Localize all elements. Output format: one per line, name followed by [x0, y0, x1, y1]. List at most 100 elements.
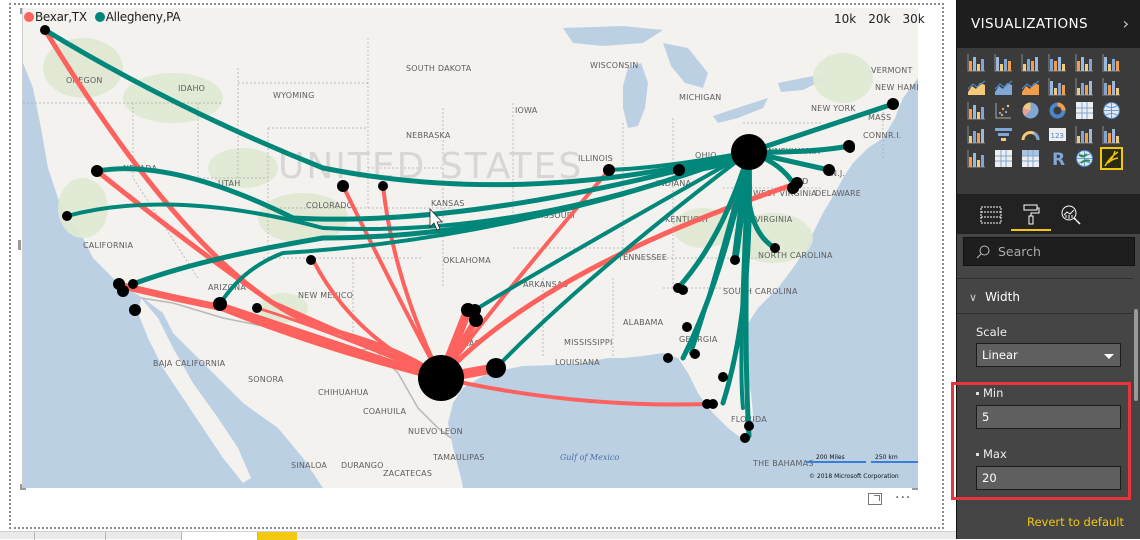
map-legend: Bexar,TX Allegheny,PA [24, 10, 188, 24]
flow-node[interactable] [603, 164, 615, 176]
search-input[interactable] [998, 244, 1128, 259]
stacked-area-chart-icon[interactable] [1021, 77, 1040, 96]
flow-node[interactable] [787, 182, 799, 194]
state-label: WISCONSIN [590, 61, 638, 70]
min-input[interactable]: 5 [976, 405, 1121, 429]
more-options-icon[interactable]: ··· [895, 490, 911, 506]
100-stacked-bar-chart-icon[interactable] [1075, 53, 1094, 72]
legend-item-bexar[interactable]: Bexar,TX [24, 10, 87, 24]
state-label: COLORADO [306, 201, 353, 210]
stacked-bar-chart-icon[interactable] [967, 53, 986, 72]
stacked-column-chart-icon[interactable] [994, 53, 1013, 72]
line-and-clustered-column-icon[interactable] [1075, 77, 1094, 96]
max-input[interactable]: 20 [976, 466, 1121, 490]
flow-node[interactable] [129, 304, 141, 316]
flow-node[interactable] [823, 164, 835, 176]
scale-30k-button[interactable]: 30k [900, 10, 927, 28]
flow-node[interactable] [213, 297, 227, 311]
state-label: SOUTH DAKOTA [406, 64, 472, 73]
flow-node[interactable] [708, 399, 718, 409]
resize-handle-left[interactable] [18, 240, 21, 250]
flow-node[interactable] [740, 433, 750, 443]
state-label: DURANGO [341, 461, 384, 470]
flow-node[interactable] [744, 421, 754, 431]
flow-node[interactable] [663, 353, 673, 363]
revert-to-default-link[interactable]: Revert to default [1027, 515, 1124, 529]
waterfall-chart-icon[interactable] [967, 101, 986, 120]
flow-node[interactable] [337, 180, 349, 192]
flow-node[interactable] [117, 285, 129, 297]
flow-node[interactable] [730, 255, 740, 265]
state-label: ZACATECAS [383, 469, 432, 478]
flow-node[interactable] [845, 143, 855, 153]
r-visual-icon[interactable]: R [1048, 149, 1067, 168]
flow-map-icon[interactable] [1100, 147, 1123, 170]
min-label-row: Min [976, 386, 1003, 400]
flow-node[interactable] [91, 165, 103, 177]
divider [957, 313, 1133, 314]
flow-node[interactable] [718, 372, 728, 382]
flow-node[interactable] [673, 164, 685, 176]
tab-fields[interactable] [971, 200, 1011, 230]
state-label: CALIFORNIA [83, 241, 133, 250]
table-icon[interactable] [994, 149, 1013, 168]
divider [957, 278, 1133, 279]
card-icon[interactable]: 123 [1048, 125, 1067, 144]
slicer-icon[interactable] [967, 149, 986, 168]
clustered-column-chart-icon[interactable] [1048, 53, 1067, 72]
tab-format[interactable] [1011, 200, 1051, 231]
scale-dropdown[interactable]: Linear [976, 343, 1121, 367]
state-label: R.I. [888, 131, 902, 140]
flow-node[interactable] [887, 98, 899, 110]
map-canvas[interactable]: UNITED STATES OREGON IDAHO WYOMING SOUTH… [23, 8, 918, 488]
flow-node[interactable] [486, 358, 506, 378]
flow-node[interactable] [252, 303, 262, 313]
width-card-header[interactable]: ∨ Width [957, 282, 1133, 312]
viz-pane-title: VISUALIZATIONS [971, 16, 1088, 32]
flow-node[interactable] [378, 181, 388, 191]
scatter-chart-icon[interactable] [994, 101, 1013, 120]
pane-scrollbar[interactable] [1134, 309, 1138, 401]
flow-node[interactable] [306, 255, 316, 265]
flow-node[interactable] [690, 349, 700, 359]
100-stacked-column-chart-icon[interactable] [1102, 53, 1121, 72]
search-box[interactable] [963, 237, 1135, 266]
scale-km: 250 km [875, 454, 898, 461]
globe-map-icon[interactable] [1075, 149, 1094, 168]
treemap-icon[interactable] [1075, 101, 1094, 120]
flow-node[interactable] [128, 279, 138, 289]
gauge-icon[interactable] [1021, 125, 1040, 144]
area-chart-icon[interactable] [994, 77, 1013, 96]
flow-node[interactable] [770, 243, 780, 253]
state-label: VERMONT [871, 66, 913, 75]
focus-mode-icon[interactable] [868, 493, 882, 505]
flow-map[interactable]: UNITED STATES OREGON IDAHO WYOMING SOUTH… [22, 8, 918, 488]
line-and-column-chart-icon[interactable] [1048, 77, 1067, 96]
donut-chart-icon[interactable] [1048, 101, 1067, 120]
flow-node[interactable] [678, 285, 688, 295]
scale-20k-button[interactable]: 20k [866, 10, 893, 28]
matrix-icon[interactable] [1021, 149, 1040, 168]
flow-node[interactable] [682, 322, 692, 332]
state-label: SOUTH CAROLINA [723, 287, 798, 296]
pie-chart-icon[interactable] [1021, 101, 1040, 120]
line-chart-icon[interactable] [967, 77, 986, 96]
flow-node[interactable] [469, 313, 483, 327]
state-label: MISSISSIPPI [564, 338, 613, 347]
allegheny-hub-node[interactable] [731, 134, 767, 170]
ribbon-chart-icon[interactable] [1102, 77, 1121, 96]
flow-node[interactable] [40, 25, 50, 35]
chevron-right-icon[interactable]: › [1123, 14, 1129, 33]
filled-map-icon[interactable] [967, 125, 986, 144]
map-icon[interactable] [1102, 101, 1121, 120]
state-label: ILLINOIS [578, 154, 613, 163]
multi-row-card-icon[interactable] [1075, 125, 1094, 144]
tab-analytics[interactable] [1051, 200, 1091, 230]
bexar-hub-node[interactable] [418, 355, 464, 401]
funnel-icon[interactable] [994, 125, 1013, 144]
flow-node[interactable] [62, 211, 72, 221]
clustered-bar-chart-icon[interactable] [1021, 53, 1040, 72]
legend-item-allegheny[interactable]: Allegheny,PA [94, 10, 181, 24]
scale-10k-button[interactable]: 10k [832, 10, 859, 28]
kpi-icon[interactable] [1102, 125, 1121, 144]
